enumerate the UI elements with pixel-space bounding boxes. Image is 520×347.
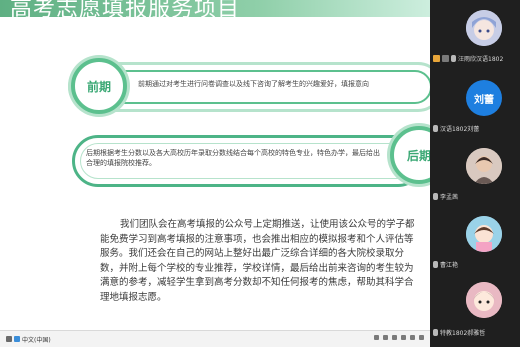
participant-name: 李孟茜	[440, 194, 459, 201]
mic-icon[interactable]	[433, 125, 438, 132]
tray-icon[interactable]	[392, 335, 397, 340]
video-participant-panel: 汪雨欣汉语1802 刘蕾 汉语1802刘蕾 李孟茜 曹江艳 特教1802郝雅哲	[430, 0, 520, 347]
presentation-slide: 高考志愿填报服务项目 前期 前期通过对考生进行问卷调查以及线下咨询了解考生的兴趣…	[0, 0, 430, 330]
participant-tile[interactable]: 刘蕾 汉语1802刘蕾	[430, 70, 520, 138]
tray-icon[interactable]	[401, 335, 406, 340]
language-indicator[interactable]: 中文(中国)	[22, 335, 51, 344]
ime-icon[interactable]	[14, 336, 20, 342]
tray-icon[interactable]	[374, 335, 379, 340]
participant-tile[interactable]: 特教1802郝雅哲	[430, 274, 520, 347]
participant-name-row: 李孟茜	[433, 192, 458, 201]
avatar	[466, 282, 502, 318]
participant-name-row: 汪雨欣汉语1802	[433, 54, 503, 63]
avatar	[466, 148, 502, 184]
tray-icon[interactable]	[383, 335, 388, 340]
slide-header-bar: 高考志愿填报服务项目	[0, 0, 430, 17]
participant-name-row: 特教1802郝雅哲	[433, 328, 485, 337]
camera-icon[interactable]	[442, 55, 449, 62]
slide-paragraph: 我们团队会在高考填报的公众号上定期推送，让使用该公众号的学子都能免费学习到高考填…	[100, 219, 415, 303]
section1-badge: 前期	[71, 58, 127, 114]
photo-avatar-icon	[466, 148, 502, 184]
participant-name: 曹江艳	[440, 262, 459, 269]
participant-tile[interactable]: 汪雨欣汉语1802	[430, 0, 520, 70]
avatar: 刘蕾	[466, 80, 502, 116]
participant-name: 汪雨欣汉语1802	[458, 56, 504, 63]
tray-icons	[374, 335, 424, 340]
participant-name-row: 汉语1802刘蕾	[433, 124, 479, 133]
mic-icon[interactable]	[433, 193, 438, 200]
slide-title: 高考志愿填报服务项目	[10, 0, 241, 17]
tray-icon[interactable]	[419, 335, 424, 340]
mic-icon[interactable]	[433, 261, 438, 268]
keyboard-icon[interactable]	[6, 336, 12, 342]
participant-tile[interactable]: 李孟茜	[430, 138, 520, 206]
avatar-initials: 刘蕾	[474, 94, 494, 106]
tray-icon[interactable]	[410, 335, 415, 340]
avatar	[466, 10, 502, 46]
section2-text: 后期根据考生分数以及各大高校历年录取分数线结合每个高校的特色专业，特色办学，最后…	[86, 149, 380, 167]
avatar	[466, 216, 502, 252]
participant-name: 汉语1802刘蕾	[440, 126, 480, 133]
mic-icon[interactable]	[433, 329, 438, 336]
cartoon-girl-avatar-icon	[466, 216, 502, 252]
taskbar: 中文(中国)	[0, 330, 430, 347]
section1-text: 前期通过对考生进行问卷调查以及线下咨询了解考生的兴趣爱好，填报意向	[138, 80, 369, 88]
participant-name: 特教1802郝雅哲	[440, 330, 486, 337]
share-icon[interactable]	[433, 55, 440, 62]
section2-label: 后期	[406, 148, 430, 163]
participant-tile[interactable]: 曹江艳	[430, 206, 520, 274]
participant-name-row: 曹江艳	[433, 260, 458, 269]
section1-label: 前期	[86, 79, 111, 94]
anime-girl-avatar-icon	[466, 10, 502, 46]
mic-icon[interactable]	[451, 55, 456, 62]
cartoon-face-avatar-icon	[466, 282, 502, 318]
